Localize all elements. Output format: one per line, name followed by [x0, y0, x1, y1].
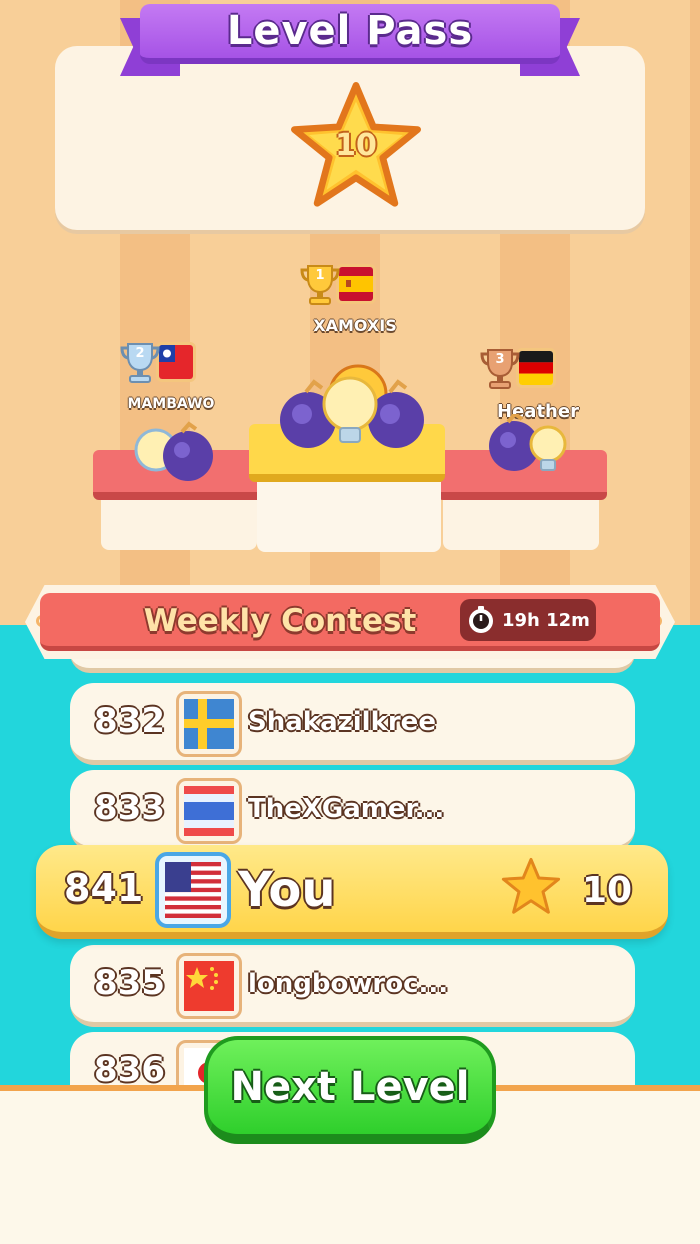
first-place-rewards-icon — [280, 364, 424, 448]
page-title: Level Pass — [226, 8, 474, 54]
first-place-name: XAMOXIS — [313, 316, 397, 335]
row-rank: 835 — [94, 963, 165, 1003]
sweden-flag-icon — [176, 691, 242, 757]
leaderboard-row[interactable]: 832 Shakazilkree — [70, 683, 635, 765]
taiwan-flag-icon — [156, 342, 196, 382]
leaderboard-row[interactable]: 835 longbowroc... — [70, 945, 635, 1027]
contest-timer: 19h 12m — [460, 599, 596, 641]
podium-first-base — [257, 482, 441, 552]
third-place-rank: 3 — [495, 352, 505, 367]
contest-timer-text: 19h 12m — [502, 609, 590, 631]
podium-third-base — [443, 500, 599, 550]
stopwatch-icon — [469, 606, 493, 633]
second-place-rewards-icon — [134, 421, 213, 481]
current-player-name: You — [238, 862, 336, 918]
bronze-trophy-icon: 3 — [480, 346, 520, 390]
usa-flag-icon — [155, 852, 231, 928]
title-ribbon: Level Pass — [140, 4, 560, 64]
leaderboard-row[interactable]: 833 TheXGamer... — [70, 770, 635, 852]
current-player-rank: 841 — [64, 866, 144, 910]
star-icon — [501, 857, 561, 914]
spain-flag-icon — [336, 264, 376, 304]
row-rank: 833 — [94, 788, 165, 828]
silver-trophy-icon: 2 — [120, 340, 160, 384]
level-star-value: 10 — [335, 128, 377, 163]
first-place-badge: 1 — [300, 262, 376, 306]
next-level-label: Next Level — [230, 1064, 470, 1110]
row-player-name: longbowroc... — [248, 969, 449, 999]
second-place-rank: 2 — [135, 346, 145, 361]
row-player-name: TheXGamer... — [248, 794, 445, 824]
podium-second-base — [101, 500, 257, 550]
germany-flag-icon — [516, 348, 556, 388]
thailand-flag-icon — [176, 778, 242, 844]
row-rank: 836 — [94, 1050, 165, 1085]
weekly-contest-title: Weekly Contest — [143, 603, 417, 639]
row-rank: 832 — [94, 701, 165, 741]
second-place-badge: 2 — [120, 340, 196, 384]
row-player-name: Shakazilkree — [248, 707, 436, 737]
second-place-name: MAMBAWO — [127, 396, 215, 412]
china-flag-icon — [176, 953, 242, 1019]
first-place-rank: 1 — [315, 268, 325, 283]
current-player-score: 10 — [582, 870, 633, 911]
next-level-button[interactable]: Next Level — [204, 1036, 496, 1144]
third-place-badge: 3 — [480, 346, 556, 390]
third-place-rewards-icon — [489, 414, 567, 471]
gold-trophy-icon: 1 — [300, 262, 340, 306]
